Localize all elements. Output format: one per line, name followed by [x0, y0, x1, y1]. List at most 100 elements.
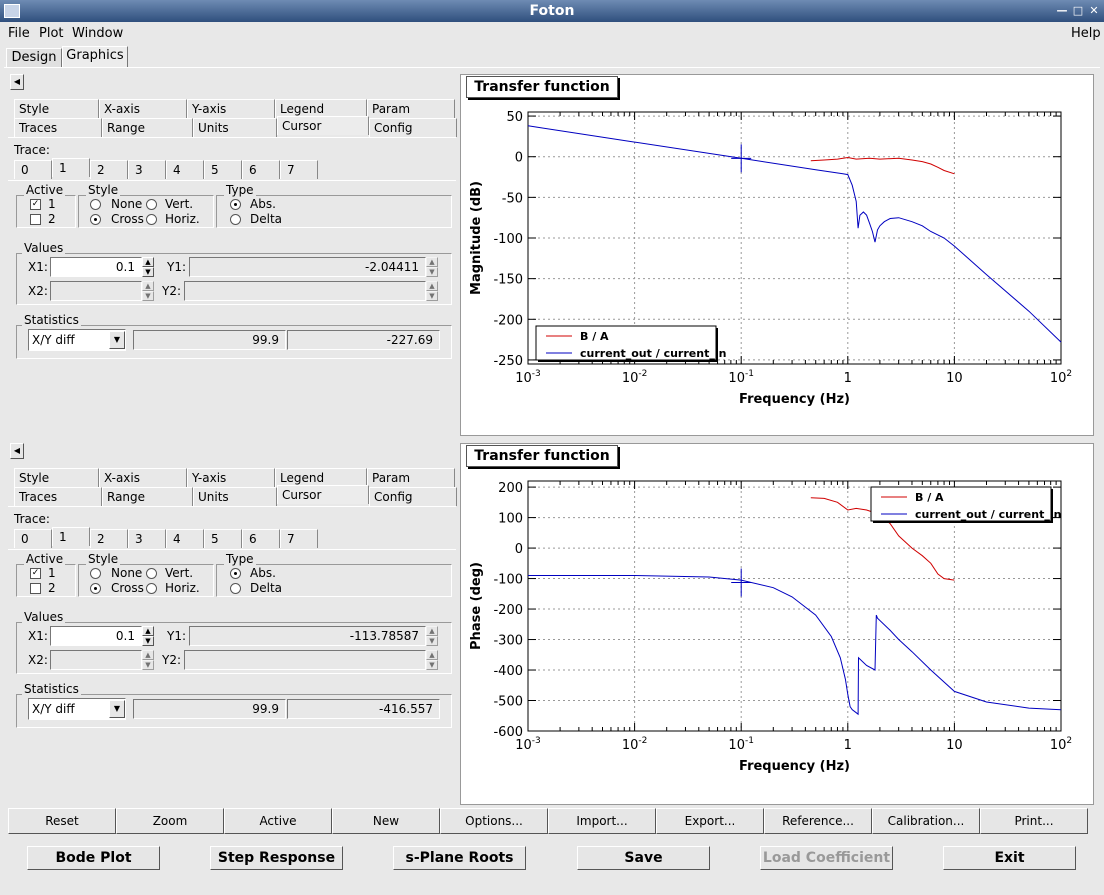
minimize-icon[interactable]: —: [1055, 4, 1069, 18]
props-tab-xaxis[interactable]: X-axis: [99, 468, 187, 487]
collapse-arrow-icon[interactable]: ◀: [10, 74, 24, 90]
x2-label: X2:: [28, 653, 48, 667]
style-cross-radio[interactable]: [90, 583, 101, 594]
bottom-tab-new[interactable]: New: [332, 808, 440, 834]
props-tab-range[interactable]: Range: [102, 118, 193, 137]
trace-tab-5[interactable]: 5: [204, 529, 242, 548]
load-coefficient-button: Load Coefficient: [760, 846, 893, 870]
bottom-tab-import[interactable]: Import...: [548, 808, 656, 834]
active-1-checkbox[interactable]: ✓: [30, 199, 41, 210]
x-tick-label: 1: [844, 371, 852, 386]
style-none-radio[interactable]: [90, 568, 101, 579]
trace-tab-2[interactable]: 2: [90, 160, 128, 179]
bottom-tab-reference[interactable]: Reference...: [764, 808, 872, 834]
style-vert-label: Vert.: [165, 197, 194, 211]
s-plane-roots-button[interactable]: s-Plane Roots: [393, 846, 526, 870]
trace-tab-0[interactable]: 0: [14, 529, 52, 548]
props-tab-param[interactable]: Param: [367, 468, 455, 487]
trace-tab-2[interactable]: 2: [90, 529, 128, 548]
trace-tab-6[interactable]: 6: [242, 529, 280, 548]
trace-divider: [8, 549, 456, 550]
type-abs-radio[interactable]: [230, 568, 241, 579]
trace-tab-1[interactable]: 1: [52, 158, 90, 177]
props-tab-range[interactable]: Range: [102, 487, 193, 506]
props-tab-traces[interactable]: Traces: [14, 118, 102, 137]
props-tab-traces[interactable]: Traces: [14, 487, 102, 506]
bottom-tab-options[interactable]: Options...: [440, 808, 548, 834]
type-delta-radio[interactable]: [230, 583, 241, 594]
style-cross-radio[interactable]: [90, 214, 101, 225]
style-horiz-radio[interactable]: [146, 583, 157, 594]
menu-window[interactable]: Window: [72, 26, 123, 41]
exit-button[interactable]: Exit: [943, 846, 1076, 870]
chevron-down-icon[interactable]: ▼: [109, 700, 125, 718]
type-abs-label: Abs.: [250, 197, 276, 211]
chart-svg[interactable]: 10-3 10-2 10-1 1 10 1022001000-100-200-300-40…: [460, 471, 1094, 805]
props-tab-cursor[interactable]: Cursor: [277, 116, 369, 135]
menu-file[interactable]: File: [8, 26, 30, 41]
maximize-icon[interactable]: □: [1071, 4, 1085, 18]
chart-svg[interactable]: 10-3 10-2 10-1 1 10 102 50 0 -50 -100 -150 -200 -250…: [460, 102, 1094, 436]
trace-tab-1[interactable]: 1: [52, 527, 90, 546]
active-1-checkbox[interactable]: ✓: [30, 568, 41, 579]
props-tab-style[interactable]: Style: [14, 99, 99, 118]
props-tab-style[interactable]: Style: [14, 468, 99, 487]
trace-tab-6[interactable]: 6: [242, 160, 280, 179]
props-tab-config[interactable]: Config: [369, 487, 457, 506]
props-tab-config[interactable]: Config: [369, 118, 457, 137]
props-tab-cursor[interactable]: Cursor: [277, 485, 369, 504]
type-group-label: Type: [224, 183, 256, 197]
props-tab-xaxis[interactable]: X-axis: [99, 99, 187, 118]
props-tab-yaxis[interactable]: Y-axis: [187, 99, 275, 118]
active-2-checkbox[interactable]: [30, 214, 41, 225]
bode-plot-button[interactable]: Bode Plot: [27, 846, 160, 870]
x1-spinner[interactable]: ▲ ▼: [142, 257, 154, 277]
style-horiz-radio[interactable]: [146, 214, 157, 225]
trace-tab-3[interactable]: 3: [128, 529, 166, 548]
y-tick-label: -600: [493, 725, 523, 740]
tab-graphics[interactable]: Graphics: [62, 46, 128, 68]
bottom-tab-calibration[interactable]: Calibration...: [872, 808, 980, 834]
legend-entry: B / A: [580, 330, 609, 343]
x1-input[interactable]: 0.1: [50, 626, 142, 646]
collapse-arrow-icon[interactable]: ◀: [10, 443, 24, 459]
props-tab-units[interactable]: Units: [193, 118, 277, 137]
trace-tab-5[interactable]: 5: [204, 160, 242, 179]
props-tab-param[interactable]: Param: [367, 99, 455, 118]
trace-tab-7[interactable]: 7: [280, 160, 318, 179]
style-none-radio[interactable]: [90, 199, 101, 210]
active-2-checkbox[interactable]: [30, 583, 41, 594]
step-response-button[interactable]: Step Response: [210, 846, 343, 870]
props-tab-yaxis[interactable]: Y-axis: [187, 468, 275, 487]
trace-tab-4[interactable]: 4: [166, 529, 204, 548]
bottom-tab-active[interactable]: Active: [224, 808, 332, 834]
type-delta-radio[interactable]: [230, 214, 241, 225]
save-button[interactable]: Save: [577, 846, 710, 870]
menu-help[interactable]: Help: [1071, 26, 1101, 41]
x1-spinner[interactable]: ▲ ▼: [142, 626, 154, 646]
type-abs-radio[interactable]: [230, 199, 241, 210]
y2-spinner: ▲ ▼: [426, 281, 438, 301]
bottom-tab-reset[interactable]: Reset: [8, 808, 116, 834]
close-icon[interactable]: ✕: [1087, 4, 1101, 18]
trace-tab-3[interactable]: 3: [128, 160, 166, 179]
bottom-tab-print[interactable]: Print...: [980, 808, 1088, 834]
chevron-down-icon[interactable]: ▼: [109, 331, 125, 349]
active-2-label: 2: [48, 581, 56, 595]
active-group: [16, 195, 76, 228]
x-axis-label: Frequency (Hz): [739, 392, 850, 407]
x1-input[interactable]: 0.1: [50, 257, 142, 277]
style-vert-radio[interactable]: [146, 568, 157, 579]
tab-design[interactable]: Design: [6, 48, 62, 68]
bottom-tab-zoom[interactable]: Zoom: [116, 808, 224, 834]
trace-tab-7[interactable]: 7: [280, 529, 318, 548]
trace-tab-4[interactable]: 4: [166, 160, 204, 179]
props-tab-units[interactable]: Units: [193, 487, 277, 506]
y1-label: Y1:: [167, 260, 187, 274]
y1-value: -2.04411: [189, 257, 426, 277]
style-vert-radio[interactable]: [146, 199, 157, 210]
type-delta-label: Delta: [250, 581, 283, 595]
menu-plot[interactable]: Plot: [39, 26, 64, 41]
trace-tab-0[interactable]: 0: [14, 160, 52, 179]
bottom-tab-export[interactable]: Export...: [656, 808, 764, 834]
